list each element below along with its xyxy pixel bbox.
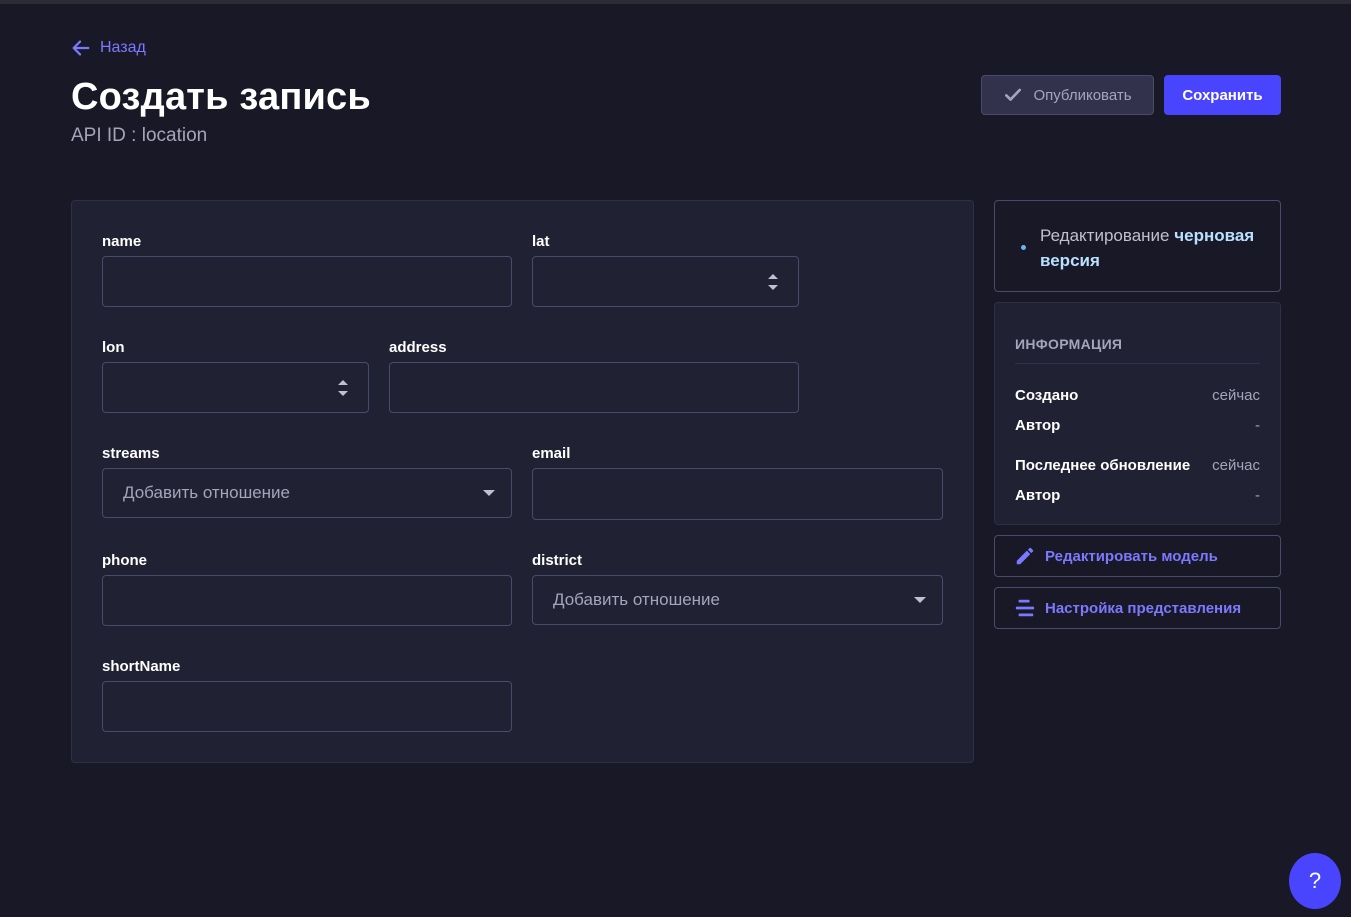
author-value: - (1255, 417, 1260, 434)
layout-icon (1015, 599, 1035, 617)
check-icon (1005, 88, 1022, 101)
publish-button[interactable]: Опубликовать (981, 75, 1154, 115)
author-value: - (1255, 487, 1260, 504)
arrow-left-icon (72, 40, 90, 56)
name-input[interactable] (102, 256, 512, 307)
streams-select[interactable]: Добавить отношение (102, 468, 512, 518)
address-label: address (389, 339, 447, 356)
info-row-author: Автор - (1015, 417, 1260, 434)
author-label: Автор (1015, 487, 1061, 504)
district-label: district (532, 552, 583, 569)
configure-view-label: Настройка представления (1045, 599, 1242, 617)
phone-label: phone (102, 552, 147, 569)
email-input[interactable] (532, 468, 943, 520)
spinner-arrows-icon[interactable] (768, 273, 778, 290)
lat-label: lat (532, 233, 550, 250)
status-prefix: Редактирование (1040, 226, 1170, 245)
edit-model-label: Редактировать модель (1045, 547, 1218, 565)
api-id: API ID : location (71, 125, 208, 146)
edit-model-button[interactable]: Редактировать модель (994, 535, 1281, 577)
divider (1015, 363, 1260, 364)
editing-status-panel: Редактирование черновая версия (994, 200, 1281, 292)
configure-view-button[interactable]: Настройка представления (994, 587, 1281, 629)
entry-form: name lat lon address streams Добавить от… (71, 200, 974, 763)
lon-input[interactable] (102, 362, 369, 413)
info-row-created: Создано сейчас (1015, 387, 1260, 404)
back-link[interactable]: Назад (70, 36, 146, 60)
caret-down-icon (914, 597, 926, 603)
updated-label: Последнее обновление (1015, 457, 1191, 474)
lat-input[interactable] (532, 256, 799, 307)
updated-value: сейчас (1212, 457, 1260, 474)
created-label: Создано (1015, 387, 1079, 404)
lon-label: lon (102, 339, 125, 356)
streams-placeholder: Добавить отношение (123, 483, 290, 502)
page-title: Создать запись (71, 76, 371, 118)
author-label: Автор (1015, 417, 1061, 434)
window-top-border (0, 0, 1351, 4)
email-label: email (532, 445, 571, 462)
publish-label: Опубликовать (1033, 86, 1132, 104)
spinner-arrows-icon[interactable] (338, 379, 348, 396)
shortname-label: shortName (102, 658, 181, 675)
save-button[interactable]: Сохранить (1164, 75, 1281, 115)
name-label: name (102, 233, 142, 250)
info-row-updated: Последнее обновление сейчас (1015, 457, 1260, 474)
help-button[interactable]: ? (1289, 853, 1341, 909)
shortname-input[interactable] (102, 681, 512, 732)
information-panel: ИНФОРМАЦИЯ Создано сейчас Автор - Послед… (994, 302, 1281, 525)
info-title: ИНФОРМАЦИЯ (1015, 336, 1123, 352)
address-input[interactable] (389, 362, 799, 413)
pencil-icon (1016, 547, 1034, 565)
caret-down-icon (483, 490, 495, 496)
district-select[interactable]: Добавить отношение (532, 575, 943, 625)
created-value: сейчас (1212, 387, 1260, 404)
back-label: Назад (100, 39, 146, 56)
phone-input[interactable] (102, 575, 512, 626)
info-row-updated-author: Автор - (1015, 487, 1260, 504)
district-placeholder: Добавить отношение (553, 590, 720, 609)
status-dot (1021, 245, 1026, 250)
streams-label: streams (102, 445, 160, 462)
